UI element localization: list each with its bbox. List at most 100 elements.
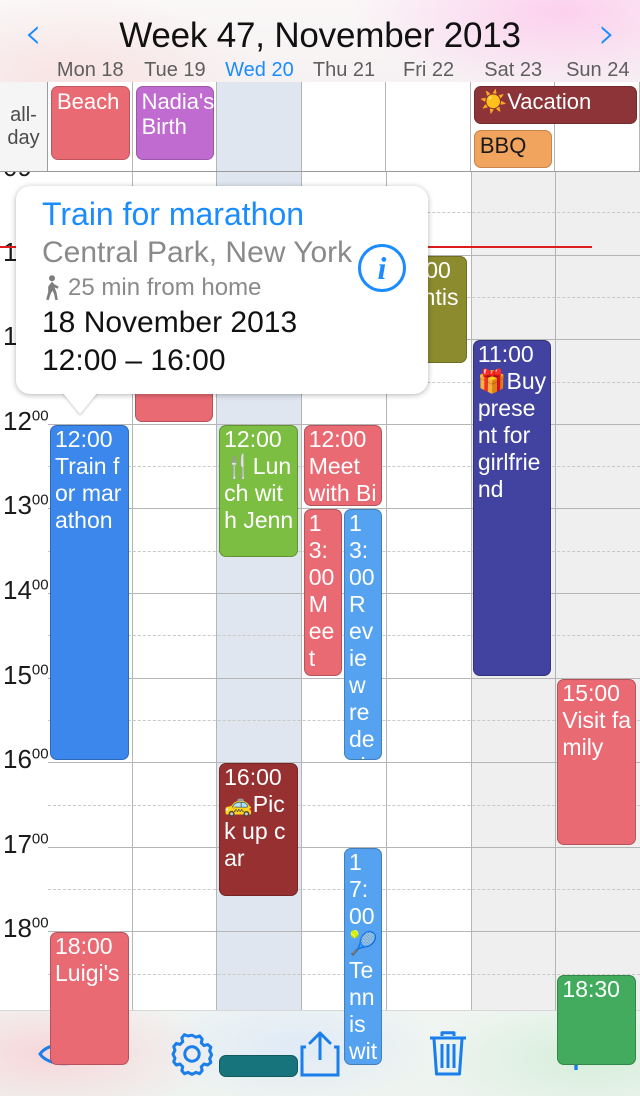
hour-number: 16 [3,744,32,775]
event-title: 🎾Tennis with Kate [349,929,378,1064]
calendar-event[interactable]: 17:00🎾Tennis with Kate [344,847,383,1065]
popover-event-location: Central Park, New York [42,236,353,269]
header-bar: ‹ › Week 47, November 2013 Mon 18 Tue 19 W… [0,0,640,82]
page-title: Week 47, November 2013 [119,16,521,55]
all-day-event-title: Beach [57,89,120,114]
hour-label-09: 0900 [0,172,46,183]
day-header-1[interactable]: Tue 19 [133,59,218,82]
hour-minutes: 00 [31,914,49,932]
settings-button[interactable] [128,1011,256,1096]
hour-number: 15 [3,659,32,690]
event-title: Review redesign documents [349,591,375,760]
chevron-left-icon: ‹ [24,8,42,59]
popover-tail [62,392,98,414]
daybar-spacer [0,59,48,82]
all-day-event[interactable]: Beach [51,86,130,160]
day-header-row: Mon 18 Tue 19 Wed 20 Thu 21 Fri 22 Sat 23 Sun … [0,59,640,82]
gear-icon [171,1032,214,1076]
hour-label-16: 1600 [0,744,49,775]
hour-minutes: 00 [31,576,49,594]
day-header-3[interactable]: Thu 21 [302,59,387,82]
event-time: 16:00 [224,764,282,791]
hour-label-14: 1400 [0,575,49,606]
popover-travel-text: 25 min from home [68,274,262,301]
calendar-event[interactable]: 12:00 Train for marathon [50,424,129,761]
calendar-event[interactable] [219,1055,298,1078]
event-time: 13:00 [349,510,375,591]
hour-label-17: 1700 [0,828,49,860]
event-time: 18:00 [55,933,113,960]
all-day-event-title: Nadia's Birth [141,89,215,139]
calendar-event[interactable]: 12:00 🍴Lunch with Jenn [219,424,298,558]
all-day-label-line2: day [7,126,40,149]
popover-event-title: Train for marathon [42,196,305,232]
event-emoji-icon: ☀️ [479,89,508,114]
all-day-section: all- day Beach Nadia's Birth ☀️Vacation BBQ [0,82,640,172]
event-title: Visit family [562,706,632,760]
all-day-label-line1: all- [10,103,37,126]
event-title: Luigi's [55,960,120,987]
event-time: 12:00 [308,425,367,452]
event-title: 🍴Lunch with Jenn [224,452,294,533]
hour-label-13: 1300 [0,490,49,521]
hour-minutes: 00 [31,745,49,763]
calendar-event[interactable]: 16:00 🚕Pick up car [219,763,298,896]
event-title: Meet with Steve [308,591,337,675]
hour-label-15: 1500 [0,659,49,691]
hour-minutes: 00 [31,830,49,848]
event-time: 13:00 [308,510,335,591]
all-day-grid: Beach Nadia's Birth ☀️Vacation BBQ [48,82,640,171]
day-header-4[interactable]: Fri 22 [386,59,471,82]
event-time: 15:00 [562,679,620,706]
walking-person-icon [46,275,59,301]
hour-number: 12 [3,405,32,436]
day-header-6[interactable]: Sun 24 [555,59,640,82]
hour-number: 17 [3,828,32,859]
popover-travel-time: 25 min from home [42,272,261,304]
all-day-event[interactable]: Nadia's Birth [135,86,215,160]
all-day-event-title: Vacation [507,89,592,114]
calendar-event[interactable]: 13:00Meet with Steve [303,509,342,676]
event-title: Train for marathon [55,452,122,533]
day-column-6[interactable] [556,172,640,1010]
calendar-event[interactable]: 11:00 🎁Buy present for girlfriend [472,340,552,676]
hour-minutes: 00 [31,660,49,678]
event-title: 🎁Buy present for girlfriend [477,368,547,503]
calendar-event[interactable]: 13:00Review redesign documents [344,509,383,761]
next-week-button[interactable]: › [580,10,634,60]
event-time: 11:00 [477,341,534,368]
hour-number: 09 [3,172,32,182]
popover-event-time-range: 12:00 – 16:00 [42,344,226,377]
hour-minutes: 00 [31,491,49,509]
calendar-event[interactable]: 15:00 Visit family [557,678,636,845]
all-day-column-2[interactable] [217,82,302,171]
chevron-right-icon: › [598,8,616,59]
hour-label-18: 1800 [0,913,49,944]
delete-button[interactable] [384,1011,512,1096]
hour-number: 14 [3,575,32,605]
event-detail-popover[interactable]: Train for marathon Central Park, New Yor… [16,186,428,394]
all-day-column-4[interactable] [386,82,471,171]
all-day-event-title: BBQ [479,133,527,158]
day-header-0[interactable]: Mon 18 [48,59,133,82]
day-header-2[interactable]: Wed 20 [217,59,302,82]
all-day-column-3[interactable] [302,82,387,171]
all-day-event[interactable]: ☀️Vacation [473,86,637,124]
event-time: 18:30 [562,975,620,1002]
previous-week-button[interactable]: ‹ [6,10,60,60]
hour-number: 18 [3,913,32,944]
calendar-event[interactable]: 18:30 [557,974,636,1065]
all-day-event[interactable]: BBQ [473,130,553,168]
calendar-event[interactable]: 12:00Meet with Bill [303,424,383,507]
hour-minutes: 00 [31,407,49,425]
day-header-5[interactable]: Sat 23 [471,59,556,82]
calendar-week-view: ‹ › Week 47, November 2013 Mon 18 Tue 19 W… [0,0,640,1096]
hour-number: 13 [3,490,32,521]
trash-icon [430,1030,466,1075]
event-title: 🚕Pick up car [224,791,286,872]
popover-event-date: 18 November 2013 [42,306,298,339]
calendar-event[interactable]: 18:00 Luigi's [50,932,129,1065]
event-time: 12:00 [224,425,282,452]
popover-info-button[interactable]: i [358,244,406,292]
hour-label-12: 1200 [0,405,49,437]
